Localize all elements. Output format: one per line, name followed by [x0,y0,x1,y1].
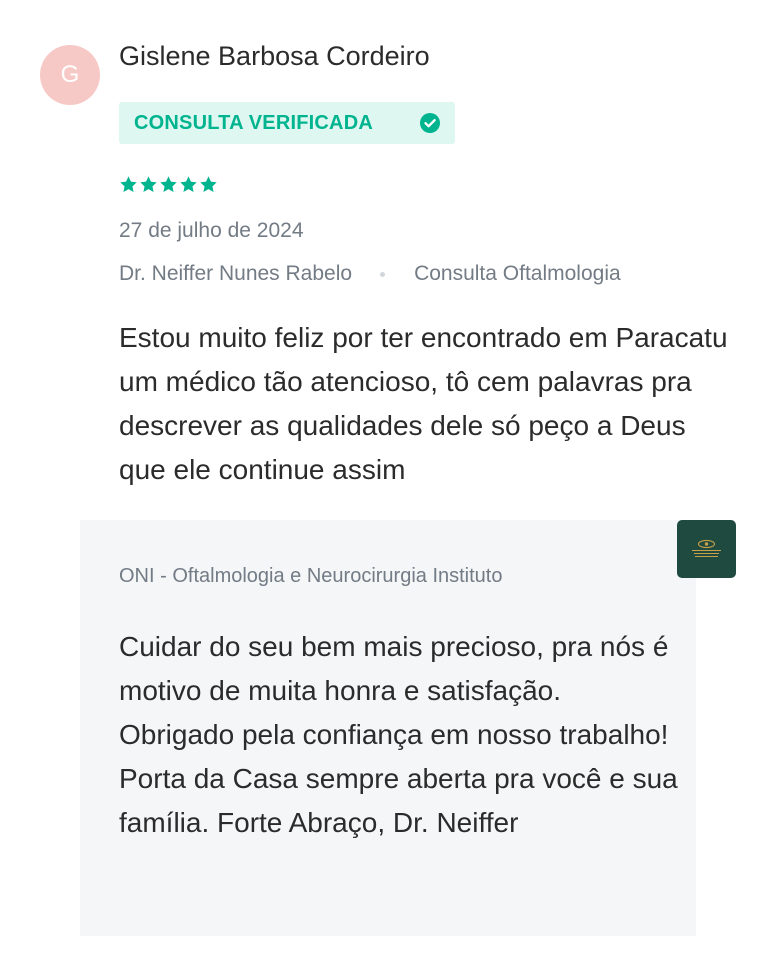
service-name[interactable]: Consulta Oftalmologia [414,262,621,286]
verified-badge: CONSULTA VERIFICADA [119,102,455,144]
verified-label: CONSULTA VERIFICADA [134,111,373,134]
review-date: 27 de julho de 2024 [119,219,304,242]
reviewer-name[interactable]: Gislene Barbosa Cordeiro [119,41,430,72]
review-meta: Dr. Neiffer Nunes Rabelo Consulta Oftalm… [119,262,621,286]
star-rating [119,175,218,194]
eye-logo-icon [692,539,721,557]
check-circle-icon [420,113,440,133]
review-text: Estou muito feliz por ter encontrado em … [119,322,728,485]
doctor-name[interactable]: Dr. Neiffer Nunes Rabelo [119,262,352,286]
reply-text: Cuidar do seu bem mais precioso, pra nós… [119,631,678,838]
reply-author[interactable]: ONI - Oftalmologia e Neurocirurgia Insti… [119,565,503,588]
star-icon [180,176,197,192]
star-icon [160,176,177,192]
avatar: G [40,45,100,105]
separator-dot [380,271,386,277]
star-icon [140,176,157,192]
star-icon [120,176,137,192]
clinic-logo [677,520,736,578]
avatar-initial: G [60,61,80,88]
star-icon [200,176,217,192]
